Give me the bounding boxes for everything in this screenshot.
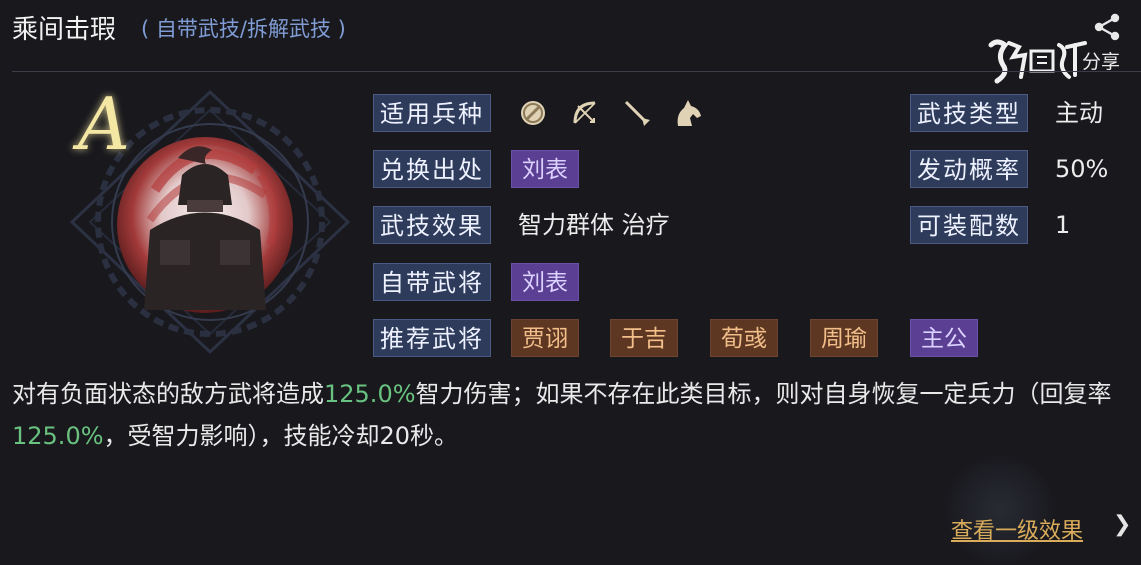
skill-source-subtitle: ( 自带武技/拆解武技 ) xyxy=(141,17,346,41)
description-text: 智力伤害；如果不存在此类目标，则对自身恢复一定兵力（回复率 xyxy=(415,380,1112,408)
equip-count-label: 可装配数 xyxy=(910,206,1028,244)
description-text: 对有负面状态的敌方武将造成 xyxy=(12,380,324,408)
share-icon xyxy=(1094,13,1120,41)
skill-title: 乘间击瑕 xyxy=(12,15,117,45)
shield-icon xyxy=(521,101,545,125)
skill-type-label: 武技类型 xyxy=(910,94,1028,132)
game-logo-watermark xyxy=(988,39,1087,84)
touch-ripple xyxy=(945,455,1055,565)
unit-types-label: 适用兵种 xyxy=(373,94,491,132)
recovery-rate-value: 125.0% xyxy=(12,422,104,450)
effect-label: 武技效果 xyxy=(373,206,491,244)
recommended-general-tag[interactable]: 贾诩 xyxy=(511,319,579,357)
recommended-generals-label: 推荐武将 xyxy=(373,319,491,357)
skill-header: 乘间击瑕 ( 自带武技/拆解武技 ) xyxy=(0,0,1141,58)
skill-grade: A xyxy=(78,82,130,166)
effect-value: 智力群体 治疗 xyxy=(518,211,670,239)
skill-type-value: 主动 xyxy=(1055,99,1103,127)
recommended-general-tag[interactable]: 荀彧 xyxy=(710,319,778,357)
trigger-rate-value: 50% xyxy=(1055,155,1109,183)
recommended-general-tag[interactable]: 主公 xyxy=(910,319,978,357)
unit-type-icons xyxy=(518,94,708,132)
recommended-general-tag[interactable]: 于吉 xyxy=(610,319,678,357)
spear-icon xyxy=(624,100,650,126)
view-level1-effect-link[interactable]: 查看一级效果 xyxy=(951,513,1083,545)
damage-rate-value: 125.0% xyxy=(324,380,416,408)
native-general-label: 自带武将 xyxy=(373,263,491,301)
description-text: ，受智力影响），技能冷却20秒。 xyxy=(103,422,459,450)
header-divider xyxy=(12,71,1141,72)
chevron-right-icon[interactable]: ❯ xyxy=(1113,512,1131,537)
recommended-general-tag[interactable]: 周瑜 xyxy=(810,319,878,357)
horse-icon xyxy=(677,100,701,126)
exchange-source-label: 兑换出处 xyxy=(373,150,491,188)
skill-description: 对有负面状态的敌方武将造成125.0%智力伤害；如果不存在此类目标，则对自身恢复… xyxy=(12,373,1132,457)
native-general-tag[interactable]: 刘表 xyxy=(511,263,579,301)
bow-icon xyxy=(573,101,596,124)
exchange-source-tag[interactable]: 刘表 xyxy=(511,150,579,188)
equip-count-value: 1 xyxy=(1055,211,1071,239)
trigger-rate-label: 发动概率 xyxy=(910,150,1028,188)
